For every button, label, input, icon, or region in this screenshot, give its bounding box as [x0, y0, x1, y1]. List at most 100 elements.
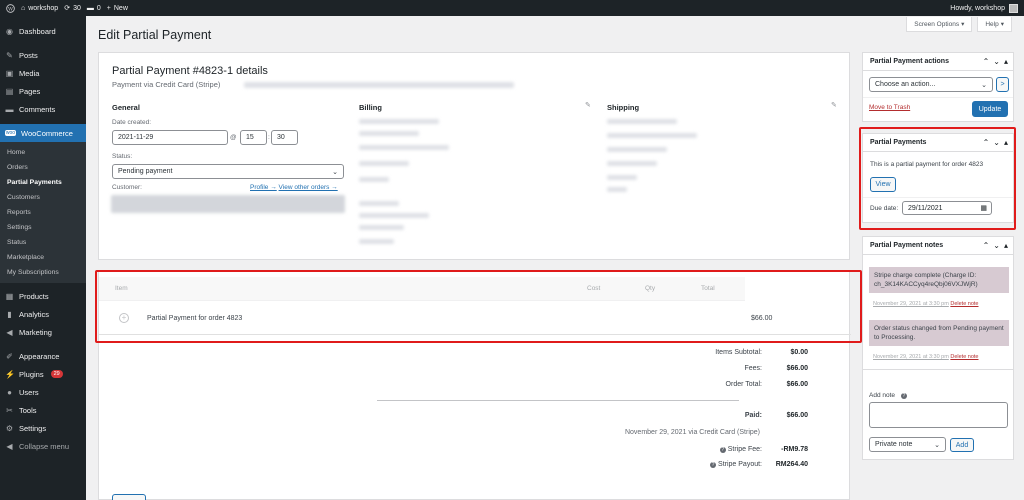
my-account[interactable]: Howdy, workshop [950, 3, 1018, 13]
submenu-reports[interactable]: Reports [0, 205, 86, 220]
date-created-input[interactable]: 2021-11-29 [112, 130, 228, 145]
help-button[interactable]: Help ▾ [977, 17, 1012, 32]
status-label: Status: [112, 153, 133, 160]
menu-tools[interactable]: ✂ Tools [0, 401, 86, 419]
admin-bar: W ⌂ workshop ⟳ 30 ▬ 0 + New Howdy, works… [0, 0, 1024, 16]
submenu-home[interactable]: Home [0, 145, 86, 160]
wordpress-logo-icon[interactable]: W [6, 3, 15, 13]
move-down-icon[interactable]: ⌄ [993, 57, 1000, 66]
help-icon[interactable]: ? [719, 447, 726, 453]
stripe-payout-label: ? Stripe Payout: [710, 461, 762, 468]
comments-link[interactable]: ▬ 0 [87, 5, 101, 12]
note-type-select[interactable]: Private note ⌄ [869, 437, 946, 452]
blurred-text [607, 161, 657, 166]
help-icon[interactable]: ? [900, 393, 907, 399]
move-down-icon[interactable]: ⌄ [993, 241, 1000, 250]
submenu-orders[interactable]: Orders [0, 160, 86, 175]
chart-icon: ▮ [7, 309, 12, 319]
order-title: Partial Payment #4823-1 details [112, 65, 268, 77]
edit-billing-pencil-icon[interactable]: ✎ [585, 101, 591, 109]
totals-divider [377, 400, 739, 401]
plug-icon: ⚡ [5, 369, 15, 379]
submenu-my-subscriptions[interactable]: My Subscriptions [0, 265, 86, 280]
update-button[interactable]: Update [972, 101, 1008, 117]
submenu-marketplace[interactable]: Marketplace [0, 250, 86, 265]
collapse-toggle-icon[interactable]: ▴ [1004, 241, 1008, 250]
move-up-icon[interactable]: ⌃ [983, 241, 990, 250]
order-actions-box: Partial Payment actions ⌃ ⌄ ▴ Choose an ac… [862, 52, 1014, 122]
collapse-toggle-icon[interactable]: ▴ [1004, 57, 1008, 66]
order-note: Stripe charge complete (Charge ID: ch_3K… [869, 267, 1009, 293]
blurred-text [359, 201, 399, 206]
menu-appearance[interactable]: ✐ Appearance [0, 347, 86, 365]
menu-posts[interactable]: ✎ Posts [0, 46, 86, 64]
new-content-link[interactable]: + New [107, 5, 128, 12]
stripe-fee-value: -RM9.78 [781, 446, 808, 453]
submenu-customers[interactable]: Customers [0, 190, 86, 205]
menu-products[interactable]: ▦ Products [0, 287, 86, 305]
menu-analytics[interactable]: ▮ Analytics [0, 305, 86, 323]
customer-label: Customer: [112, 184, 142, 191]
blurred-text [359, 161, 409, 166]
menu-plugins[interactable]: ⚡ Plugins 29 [0, 365, 86, 383]
view-other-orders-link[interactable]: View other orders → [279, 184, 338, 191]
submenu-status[interactable]: Status [0, 235, 86, 250]
move-to-trash-link[interactable]: Move to Trash [869, 104, 910, 111]
menu-dashboard[interactable]: ◉ Dashboard [0, 22, 86, 40]
add-note-textarea[interactable] [869, 402, 1008, 428]
chevron-down-icon: ⌄ [934, 442, 940, 449]
apply-action-button[interactable]: > [996, 77, 1009, 92]
edit-shipping-pencil-icon[interactable]: ✎ [831, 101, 837, 109]
divider [863, 97, 1013, 98]
menu-woocommerce[interactable]: woo WooCommerce [0, 124, 86, 142]
blurred-text [359, 177, 389, 182]
menu-settings[interactable]: ⚙ Settings [0, 419, 86, 437]
brush-icon: ✐ [6, 351, 13, 361]
paid-label: Paid: [744, 412, 762, 419]
screen-options-button[interactable]: Screen Options ▾ [906, 17, 973, 32]
at-label: @ [230, 134, 237, 141]
blurred-text [359, 225, 404, 230]
order-total-value: $66.00 [786, 381, 808, 388]
general-heading: General [112, 103, 140, 112]
divider [863, 369, 1013, 370]
colon-label: : [268, 134, 270, 141]
submenu-settings[interactable]: Settings [0, 220, 86, 235]
shipping-heading: Shipping [607, 103, 640, 112]
menu-users[interactable]: ● Users [0, 383, 86, 401]
menu-pages[interactable]: ▤ Pages [0, 82, 86, 100]
partial-button-bottom[interactable] [112, 494, 146, 500]
minute-input[interactable]: 30 [271, 130, 298, 145]
delete-note-link[interactable]: Delete note [950, 301, 978, 307]
blurred-text [607, 187, 627, 192]
add-note-button[interactable]: Add [950, 438, 974, 452]
wrench-icon: ✂ [6, 405, 13, 415]
blurred-text [359, 119, 439, 124]
comment-icon: ▬ [5, 104, 14, 114]
site-name-link[interactable]: ⌂ workshop [21, 5, 58, 12]
home-icon: ⌂ [21, 4, 26, 12]
menu-marketing[interactable]: ◀ Marketing [0, 323, 86, 341]
delete-note-link[interactable]: Delete note [950, 354, 978, 360]
order-status-select[interactable]: Pending payment ⌄ [112, 164, 344, 179]
order-notes-header: Partial Payment notes ⌃ ⌄ ▴ [863, 237, 1013, 255]
order-action-select[interactable]: Choose an action... ⌄ [869, 77, 993, 92]
order-actions-header: Partial Payment actions ⌃ ⌄ ▴ [863, 53, 1013, 71]
customer-links: Profile → View other orders → [250, 184, 338, 191]
menu-collapse[interactable]: ◀ Collapse menu [0, 437, 86, 455]
profile-link[interactable]: Profile → [250, 184, 277, 191]
move-up-icon[interactable]: ⌃ [983, 57, 990, 66]
paid-note: November 29, 2021 via Credit Card (Strip… [624, 429, 760, 436]
menu-media[interactable]: ▣ Media [0, 64, 86, 82]
order-total-label: Order Total: [725, 381, 762, 388]
updates-link[interactable]: ⟳ 30 [64, 4, 81, 13]
help-icon[interactable]: ? [710, 462, 717, 468]
blurred-text [244, 82, 514, 88]
menu-comments[interactable]: ▬ Comments [0, 100, 86, 118]
submenu-partial-payments[interactable]: Partial Payments [0, 175, 86, 190]
hour-input[interactable]: 15 [240, 130, 267, 145]
blurred-text [607, 147, 667, 152]
refresh-icon: ⟳ [64, 5, 71, 12]
stripe-fee-label: ? Stripe Fee: [719, 446, 762, 453]
avatar [1009, 3, 1018, 13]
